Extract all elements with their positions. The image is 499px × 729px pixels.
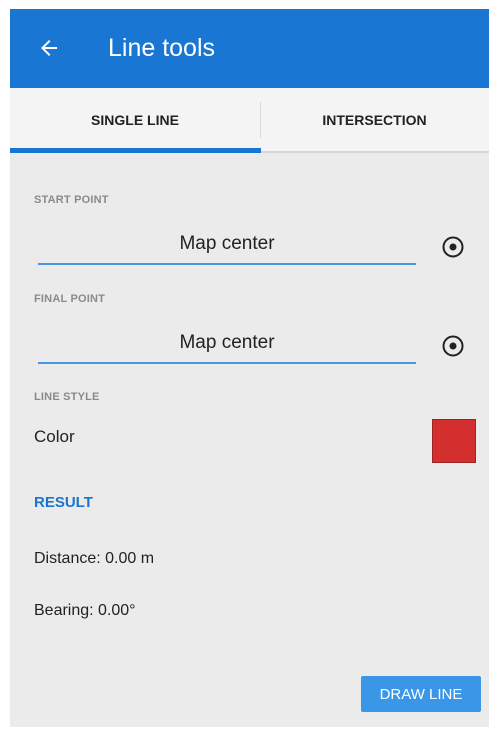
target-icon <box>442 335 464 357</box>
start-point-target-button[interactable] <box>438 232 468 262</box>
line-tools-screen: Line tools SINGLE LINE INTERSECTION STAR… <box>10 9 489 727</box>
final-point-field[interactable]: Map center <box>38 324 416 364</box>
active-tab-indicator <box>10 148 261 153</box>
draw-line-button[interactable]: DRAW LINE <box>361 676 481 712</box>
color-label: Color <box>34 427 75 446</box>
start-point-label: START POINT <box>34 194 109 206</box>
tab-bar: SINGLE LINE INTERSECTION <box>10 88 489 153</box>
target-icon <box>442 236 464 258</box>
arrow-left-icon <box>41 40 57 56</box>
start-point-field[interactable]: Map center <box>38 225 416 265</box>
line-style-label: LINE STYLE <box>34 391 100 403</box>
app-bar: Line tools <box>10 9 489 88</box>
result-label: RESULT <box>34 494 93 511</box>
tab-single-line[interactable]: SINGLE LINE <box>10 88 260 151</box>
tab-intersection[interactable]: INTERSECTION <box>260 88 489 151</box>
distance-value: Distance: 0.00 m <box>34 550 155 567</box>
color-swatch[interactable] <box>432 419 476 463</box>
bearing-value: Bearing: 0.00° <box>34 602 136 619</box>
back-button[interactable] <box>32 31 66 65</box>
page-title: Line tools <box>108 34 216 62</box>
final-point-label: FINAL POINT <box>34 293 106 305</box>
final-point-target-button[interactable] <box>438 331 468 361</box>
